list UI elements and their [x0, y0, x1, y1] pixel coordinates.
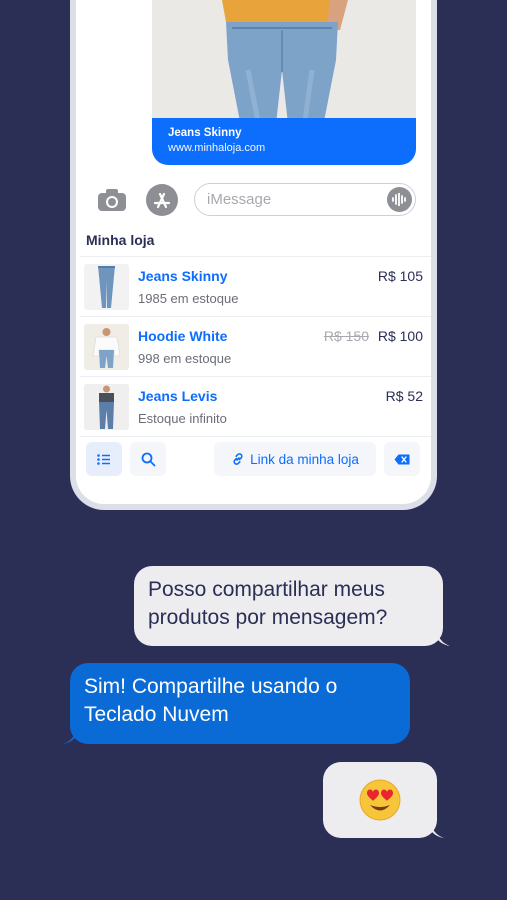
message-input-row: iMessage [76, 180, 431, 220]
imessage-field[interactable]: iMessage [194, 183, 416, 216]
app-store-icon [153, 192, 171, 209]
product-stock: Estoque infinito [138, 411, 227, 426]
incoming-message-bubble: Posso compartilhar meus produtos por men… [134, 566, 450, 646]
bubble-tail [426, 820, 444, 838]
product-price: R$ 100 [377, 328, 423, 344]
keyboard-toolbar: Link da minha loja [76, 436, 431, 476]
list-icon [97, 453, 110, 465]
preview-url: www.minhaloja.com [168, 142, 266, 154]
product-old-price: R$ 150 [323, 328, 369, 344]
bubble-tail [432, 628, 450, 646]
product-item[interactable]: Jeans Levis Estoque infinito R$ 52 [80, 377, 431, 437]
camera-button[interactable] [96, 184, 128, 216]
bubble-tail [63, 726, 81, 744]
outgoing-message-bubble: Sim! Compartilhe usando o Teclado Nuvem [63, 663, 410, 744]
backspace-icon [394, 454, 410, 464]
product-thumbnail [84, 384, 129, 430]
audio-button[interactable] [387, 187, 412, 212]
waveform-icon [392, 193, 406, 206]
product-name: Jeans Skinny [138, 268, 228, 284]
link-preview-bubble[interactable]: Jeans Skinny www.minhaloja.com [152, 118, 416, 165]
product-list: Jeans Skinny 1985 em estoque R$ 105 Hood… [80, 256, 431, 437]
product-stock: 1985 em estoque [138, 291, 239, 306]
search-button[interactable] [130, 442, 166, 476]
product-name: Jeans Levis [138, 388, 218, 404]
list-button[interactable] [86, 442, 122, 476]
search-icon [141, 452, 155, 466]
product-name: Hoodie White [138, 328, 228, 344]
phone-frame: Jeans Skinny www.minhaloja.com iMessage [70, 0, 437, 510]
delete-button[interactable] [384, 442, 420, 476]
product-stock: 998 em estoque [138, 351, 232, 366]
heart-eyes-emoji-icon [359, 779, 401, 821]
imessage-placeholder: iMessage [207, 191, 272, 208]
store-link-label: Link da minha loja [250, 451, 359, 467]
product-thumbnail [84, 264, 129, 310]
store-title: Minha loja [86, 232, 155, 248]
product-price: R$ 52 [385, 388, 423, 404]
camera-icon [98, 189, 126, 211]
product-item[interactable]: Jeans Skinny 1985 em estoque R$ 105 [80, 257, 431, 317]
emoji-message-bubble: 😍 [323, 762, 444, 838]
product-item[interactable]: Hoodie White 998 em estoque R$ 150 R$ 10… [80, 317, 431, 377]
product-price: R$ 105 [377, 268, 423, 284]
product-thumbnail [84, 324, 129, 370]
message-text: Posso compartilhar meus produtos por men… [148, 578, 388, 629]
link-icon [233, 453, 243, 465]
store-link-button[interactable]: Link da minha loja [214, 442, 376, 476]
preview-title: Jeans Skinny [168, 127, 242, 139]
message-text: Sim! Compartilhe usando o Teclado Nuvem [84, 675, 338, 726]
app-store-button[interactable] [146, 184, 178, 216]
